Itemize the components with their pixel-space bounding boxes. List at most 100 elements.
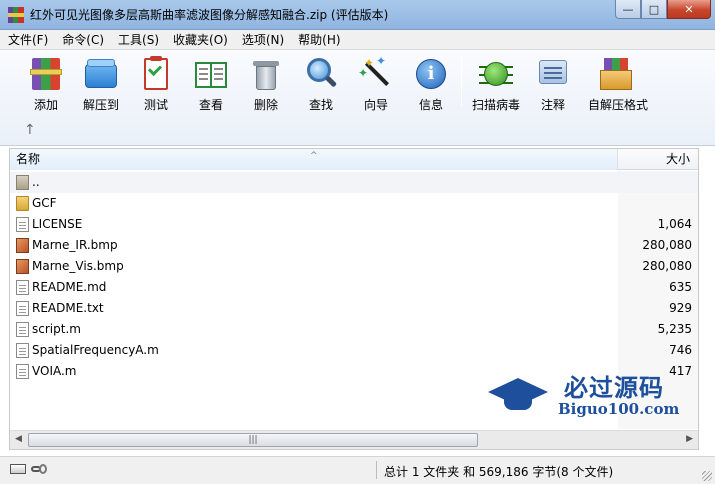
document-icon	[16, 364, 29, 379]
list-item[interactable]: GCF	[10, 193, 698, 214]
file-size: 280,080	[642, 238, 692, 252]
menu-bar: 文件(F) 命令(C) 工具(S) 收藏夹(O) 选项(N) 帮助(H)	[0, 30, 715, 50]
column-name-header[interactable]: 名称 ^	[10, 149, 618, 170]
file-size: 1,064	[657, 217, 692, 231]
title-bar[interactable]: 红外可见光图像多层高斯曲率滤波图像分解感知融合.zip (评估版本) — □ ✕	[0, 0, 715, 30]
file-size: 635	[669, 280, 692, 294]
wizard-label: 向导	[363, 98, 388, 112]
checklist-icon	[138, 56, 174, 92]
document-icon	[16, 217, 29, 232]
list-item[interactable]: script.m 5,235	[10, 319, 698, 340]
magic-wand-icon: ✦ ✦ ✦	[358, 54, 394, 92]
folder-icon	[16, 196, 29, 211]
scan-virus-button[interactable]: 扫描病毒	[468, 54, 524, 112]
bitmap-image-icon	[16, 259, 29, 274]
file-size: 929	[669, 301, 692, 315]
scan-virus-label: 扫描病毒	[471, 98, 520, 112]
add-button[interactable]: 添加	[18, 54, 74, 112]
file-name: README.txt	[32, 301, 104, 315]
extract-folder-icon	[83, 56, 119, 92]
list-item[interactable]: README.md 635	[10, 277, 698, 298]
view-button[interactable]: 查看	[183, 54, 239, 112]
file-name: Marne_Vis.bmp	[32, 259, 124, 273]
up-folder-icon[interactable]: ↑	[24, 122, 36, 138]
window-controls: — □ ✕	[615, 0, 711, 20]
document-icon	[16, 301, 29, 316]
list-item[interactable]: Marne_IR.bmp 280,080	[10, 235, 698, 256]
info-button[interactable]: i 信息	[403, 54, 459, 112]
menu-options[interactable]: 选项(N)	[242, 31, 284, 48]
drive-icon[interactable]	[10, 464, 26, 474]
open-book-icon	[193, 56, 229, 92]
archive-add-icon	[28, 56, 64, 92]
wizard-button[interactable]: ✦ ✦ ✦ 向导	[348, 54, 404, 112]
file-name: GCF	[32, 196, 57, 210]
minimize-button[interactable]: —	[615, 0, 641, 19]
extract-to-label: 解压到	[82, 98, 119, 112]
trash-can-icon	[248, 56, 284, 92]
view-label: 查看	[198, 98, 223, 112]
file-size: 5,235	[657, 322, 692, 336]
list-item[interactable]: README.txt 929	[10, 298, 698, 319]
maximize-button[interactable]: □	[641, 0, 667, 19]
winrar-app-icon[interactable]	[8, 6, 24, 23]
scroll-left-icon[interactable]: ◀	[15, 434, 22, 444]
close-button[interactable]: ✕	[667, 0, 711, 19]
file-size: 280,080	[642, 259, 692, 273]
list-item[interactable]: Marne_Vis.bmp 280,080	[10, 256, 698, 277]
list-item-parent[interactable]: ..	[10, 172, 698, 193]
add-label: 添加	[33, 98, 58, 112]
list-item[interactable]: SpatialFrequencyA.m 746	[10, 340, 698, 361]
document-icon	[16, 343, 29, 358]
document-icon	[16, 280, 29, 295]
menu-commands[interactable]: 命令(C)	[62, 31, 104, 48]
comment-label: 注释	[540, 98, 565, 112]
sort-ascending-icon: ^	[310, 151, 318, 161]
watermark-url-text: Biguo100.com	[558, 400, 680, 418]
virus-bug-icon	[478, 56, 514, 92]
file-name: ..	[32, 175, 40, 189]
graduation-cap-icon	[488, 372, 548, 410]
column-size-header[interactable]: 大小	[618, 149, 698, 170]
list-item[interactable]: LICENSE 1,064	[10, 214, 698, 235]
horizontal-scrollbar[interactable]: ◀ ||| ▶	[10, 430, 698, 449]
document-icon	[16, 322, 29, 337]
parent-folder-icon	[16, 175, 29, 190]
sfx-label: 自解压格式	[588, 98, 649, 112]
scrollbar-thumb[interactable]: |||	[28, 433, 478, 447]
test-label: 测试	[143, 98, 168, 112]
window-title: 红外可见光图像多层高斯曲率滤波图像分解感知融合.zip (评估版本)	[30, 8, 389, 22]
sfx-archive-box-icon	[598, 56, 634, 92]
delete-button[interactable]: 删除	[238, 54, 294, 112]
extract-to-button[interactable]: 解压到	[73, 54, 129, 112]
menu-help[interactable]: 帮助(H)	[298, 31, 340, 48]
toolbar: 添加 解压到 测试 查看 删除 查找 ✦ ✦ ✦ 向导 i 信息 扫描病毒 注释…	[0, 50, 715, 146]
menu-tools[interactable]: 工具(S)	[118, 31, 159, 48]
comment-note-icon	[535, 56, 571, 92]
delete-label: 删除	[253, 98, 278, 112]
column-header: 名称 ^ 大小	[10, 149, 698, 170]
comment-button[interactable]: 注释	[525, 54, 581, 112]
resize-grip-icon[interactable]	[702, 471, 712, 481]
file-rows: .. GCF LICENSE 1,064 Marne_IR.bmp 280,08…	[10, 172, 698, 382]
status-summary: 总计 1 文件夹 和 569,186 字节(8 个文件)	[384, 465, 614, 479]
find-button[interactable]: 查找	[293, 54, 349, 112]
status-bar: 总计 1 文件夹 和 569,186 字节(8 个文件)	[0, 456, 715, 484]
scroll-right-icon[interactable]: ▶	[686, 434, 693, 444]
file-name: README.md	[32, 280, 107, 294]
menu-file[interactable]: 文件(F)	[8, 31, 48, 48]
toolbar-separator	[461, 56, 462, 106]
file-name: Marne_IR.bmp	[32, 238, 118, 252]
watermark-logo: 必过源码 Biguo100.com	[486, 368, 696, 424]
sfx-button[interactable]: 自解压格式	[588, 54, 649, 112]
magnifier-icon	[303, 56, 339, 92]
watermark-chinese-text: 必过源码	[564, 374, 664, 402]
file-name: LICENSE	[32, 217, 83, 231]
find-label: 查找	[308, 98, 333, 112]
test-button[interactable]: 测试	[128, 54, 184, 112]
file-size: 746	[669, 343, 692, 357]
file-name: VOIA.m	[32, 364, 77, 378]
column-name-label: 名称	[16, 152, 41, 166]
menu-favorites[interactable]: 收藏夹(O)	[173, 31, 228, 48]
key-icon[interactable]	[31, 463, 49, 475]
